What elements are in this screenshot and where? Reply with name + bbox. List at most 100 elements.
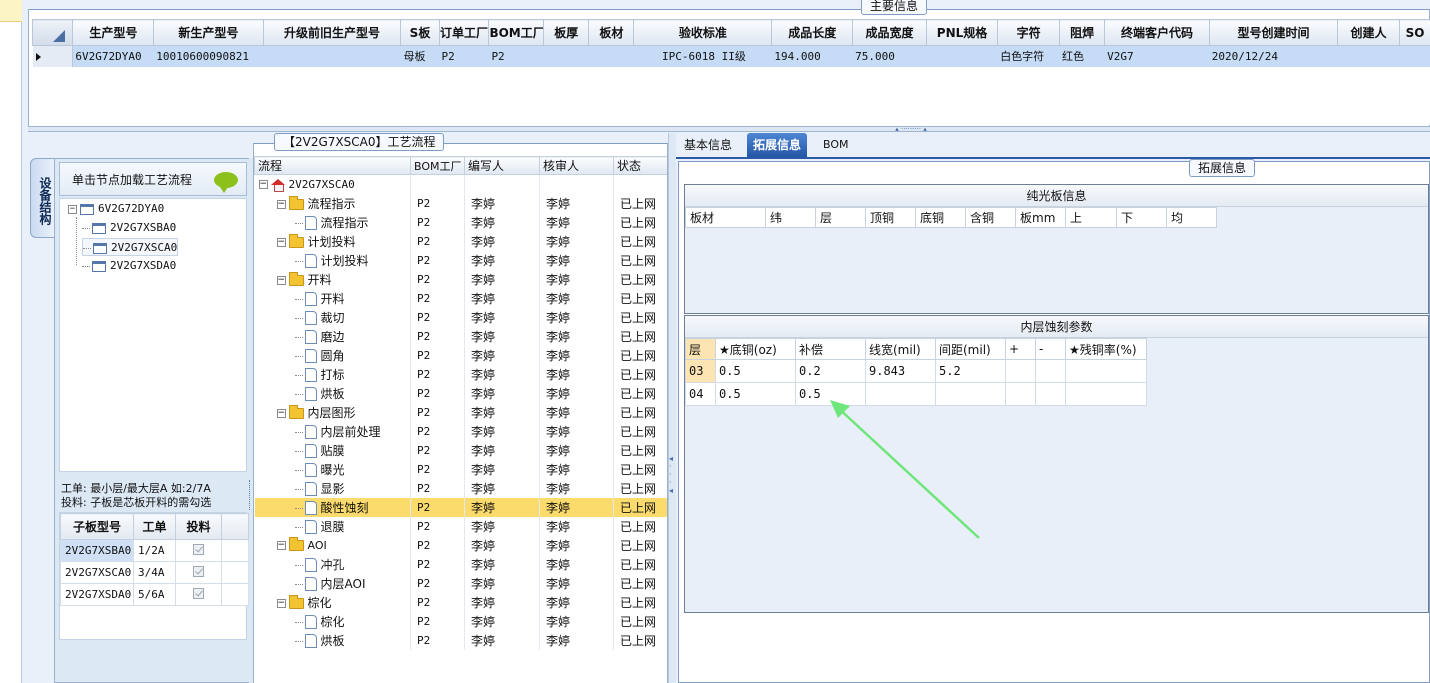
flow-bom-cell[interactable]: P2 (410, 630, 465, 650)
flow-cell[interactable] (539, 174, 614, 194)
column-header[interactable]: 成品长度 (771, 19, 854, 46)
flow-row[interactable]: − AOI P2 李婷 李婷 已上网 (254, 535, 667, 555)
flow-cell[interactable]: 贴膜 (254, 440, 411, 460)
table-cell[interactable]: 04 (685, 382, 716, 406)
table-cell[interactable] (543, 45, 590, 67)
flow-reviewer-cell[interactable]: 李婷 (539, 345, 614, 365)
column-header[interactable]: 创建人 (1337, 19, 1400, 46)
table-cell[interactable]: 白色字符 (997, 45, 1060, 67)
feed-checkbox[interactable] (193, 543, 204, 555)
column-header[interactable]: 验收标准 (633, 19, 773, 46)
flow-reviewer-cell[interactable]: 李婷 (539, 535, 614, 555)
flow-writer-cell[interactable]: 李婷 (464, 402, 540, 422)
tab-extended-info[interactable]: 拓展信息 (747, 133, 808, 157)
flow-bom-cell[interactable]: P2 (410, 554, 465, 574)
feed-checkbox[interactable] (193, 565, 204, 577)
flow-writer-cell[interactable]: 李婷 (464, 592, 540, 612)
flow-row[interactable]: 裁切 P2 李婷 李婷 已上网 (254, 307, 667, 327)
flow-reviewer-cell[interactable]: 李婷 (539, 307, 614, 327)
column-header[interactable]: 订单工厂 (438, 19, 490, 46)
flow-bom-cell[interactable]: P2 (410, 231, 465, 251)
flow-status-cell[interactable]: 已上网 (613, 554, 667, 574)
flow-bom-cell[interactable]: P2 (410, 250, 465, 270)
flow-status-cell[interactable]: 已上网 (613, 611, 667, 631)
flow-reviewer-cell[interactable]: 李婷 (539, 231, 614, 251)
flow-writer-cell[interactable]: 李婷 (464, 231, 540, 251)
column-header[interactable]: 投料 (175, 513, 222, 540)
column-header[interactable]: 型号创建时间 (1208, 19, 1339, 46)
tree-node[interactable]: 2V2G7XSCA0 (82, 238, 179, 256)
flow-row[interactable]: − 棕化 P2 李婷 李婷 已上网 (254, 592, 667, 612)
table-cell[interactable]: 红色 (1059, 45, 1106, 67)
flow-cell[interactable]: 棕化 (254, 611, 411, 631)
flow-row[interactable]: 显影 P2 李婷 李婷 已上网 (254, 478, 667, 498)
column-header[interactable]: 新生产型号 (153, 19, 264, 46)
table-cell[interactable]: 6V2G72DYA0 (72, 45, 155, 67)
flow-reviewer-cell[interactable]: 李婷 (539, 250, 614, 270)
column-header[interactable]: 字符 (997, 19, 1060, 46)
flow-writer-cell[interactable]: 李婷 (464, 364, 540, 384)
flow-cell[interactable]: 磨边 (254, 326, 411, 346)
collapse-icon[interactable]: − (258, 180, 268, 190)
table-cell[interactable] (1399, 45, 1430, 67)
flow-reviewer-cell[interactable]: 李婷 (539, 383, 614, 403)
flow-bom-cell[interactable]: P2 (410, 402, 465, 422)
table-cell[interactable]: 2V2G7XSBA0 (60, 539, 134, 562)
flow-reviewer-cell[interactable]: 李婷 (539, 592, 614, 612)
flow-splitter[interactable]: ◂ · · · ◂ (668, 133, 676, 683)
flow-cell[interactable]: 计划投料 (254, 250, 411, 270)
flow-cell[interactable]: 烘板 (254, 383, 411, 403)
flow-cell[interactable]: 圆角 (254, 345, 411, 365)
flow-status-cell[interactable]: 已上网 (613, 193, 667, 213)
column-header[interactable]: BOM工厂 (488, 19, 545, 46)
flow-writer-cell[interactable]: 李婷 (464, 269, 540, 289)
flow-status-cell[interactable]: 已上网 (613, 478, 667, 498)
flow-row[interactable]: 贴膜 P2 李婷 李婷 已上网 (254, 440, 667, 460)
flow-cell[interactable]: 内层AOI (254, 573, 411, 593)
flow-writer-cell[interactable]: 李婷 (464, 212, 540, 232)
table-row[interactable]: 03 0.5 0.2 9.843 5.2 (685, 359, 1147, 383)
flow-cell[interactable]: 曝光 (254, 459, 411, 479)
table-cell[interactable]: 9.843 (865, 359, 936, 383)
collapse-icon[interactable]: − (276, 275, 286, 285)
flow-status-cell[interactable]: 已上网 (613, 630, 667, 650)
table-cell[interactable]: 5.2 (935, 359, 1006, 383)
table-cell[interactable] (588, 45, 635, 67)
table-cell[interactable] (1035, 382, 1066, 406)
flow-reviewer-cell[interactable]: 李婷 (539, 402, 614, 422)
flow-bom-cell[interactable]: P2 (410, 421, 465, 441)
flow-reviewer-cell[interactable]: 李婷 (539, 630, 614, 650)
flow-row[interactable]: 棕化 P2 李婷 李婷 已上网 (254, 611, 667, 631)
column-header[interactable]: 层 (815, 207, 866, 228)
flow-writer-cell[interactable]: 李婷 (464, 630, 540, 650)
flow-cell[interactable]: 内层前处理 (254, 421, 411, 441)
flow-cell[interactable] (464, 174, 540, 194)
flow-reviewer-cell[interactable]: 李婷 (539, 478, 614, 498)
column-header[interactable]: 状态 (613, 156, 667, 175)
column-header[interactable]: ★底铜(oz) (715, 338, 796, 360)
column-header[interactable]: 板材 (685, 207, 766, 228)
flow-reviewer-cell[interactable]: 李婷 (539, 573, 614, 593)
flow-row[interactable]: 曝光 P2 李婷 李婷 已上网 (254, 459, 667, 479)
flow-reviewer-cell[interactable]: 李婷 (539, 516, 614, 536)
column-header[interactable]: 生产型号 (72, 19, 155, 46)
flow-bom-cell[interactable]: P2 (410, 212, 465, 232)
table-cell[interactable]: 2V2G7XSCA0 (60, 561, 134, 584)
column-header[interactable]: 顶铜 (865, 207, 916, 228)
flow-cell[interactable] (410, 174, 465, 194)
feed-checkbox[interactable] (193, 587, 204, 599)
flow-row[interactable]: 打标 P2 李婷 李婷 已上网 (254, 364, 667, 384)
collapse-icon[interactable]: − (68, 204, 77, 214)
row-indicator[interactable] (32, 45, 74, 67)
flow-cell[interactable]: 流程指示 (254, 212, 411, 232)
flow-bom-cell[interactable]: P2 (410, 535, 465, 555)
flow-row[interactable]: 流程指示 P2 李婷 李婷 已上网 (254, 212, 667, 232)
flow-bom-cell[interactable]: P2 (410, 193, 465, 213)
flow-cell[interactable]: 酸性蚀刻 (254, 497, 411, 517)
flow-root-row[interactable]: − 2V2G7XSCA0 (254, 174, 667, 194)
flow-writer-cell[interactable]: 李婷 (464, 440, 540, 460)
flow-bom-cell[interactable]: P2 (410, 573, 465, 593)
flow-status-cell[interactable]: 已上网 (613, 383, 667, 403)
flow-status-cell[interactable]: 已上网 (613, 269, 667, 289)
table-cell[interactable] (1005, 382, 1036, 406)
